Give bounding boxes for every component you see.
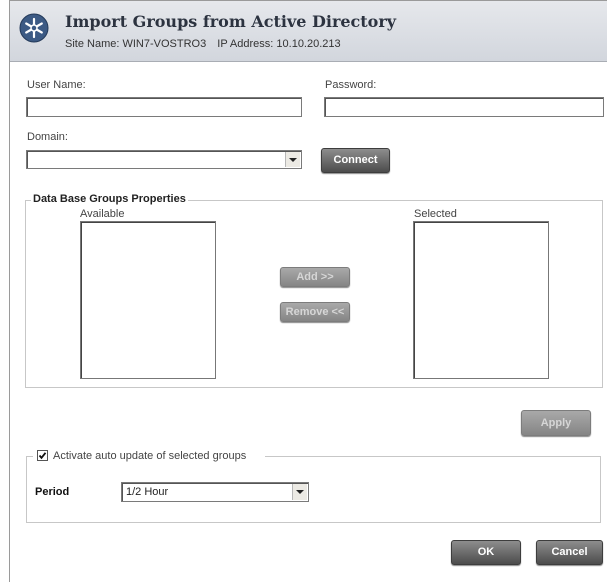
ip-address-label: IP Address:: [217, 38, 274, 50]
username-label: User Name:: [27, 79, 86, 91]
selected-groups-list[interactable]: [413, 221, 549, 379]
site-info: Site Name: WIN7-VOSTRO3 IP Address: 10.1…: [65, 38, 341, 50]
cancel-button[interactable]: Cancel: [536, 540, 603, 565]
period-dropdown[interactable]: 1/2 Hour: [121, 482, 309, 502]
import-groups-dialog: Import Groups from Active Directory Site…: [9, 0, 607, 582]
groups-legend: Data Base Groups Properties: [31, 193, 188, 205]
auto-update-group: [26, 456, 601, 523]
available-label: Available: [80, 208, 125, 220]
auto-update-label: Activate auto update of selected groups: [53, 450, 247, 462]
available-groups-list[interactable]: [80, 221, 216, 379]
domain-dropdown[interactable]: [26, 150, 302, 169]
password-field[interactable]: [324, 97, 604, 117]
snowflake-logo-icon: [19, 13, 49, 43]
check-icon: [38, 452, 47, 460]
dialog-title: Import Groups from Active Directory: [65, 12, 397, 31]
chevron-down-icon[interactable]: [292, 484, 307, 500]
username-field[interactable]: [26, 97, 302, 117]
remove-button[interactable]: Remove <<: [280, 302, 350, 322]
dialog-header: Import Groups from Active Directory Site…: [10, 1, 607, 62]
ip-address-value: 10.10.20.213: [276, 38, 341, 50]
password-label: Password:: [325, 79, 377, 91]
ok-button[interactable]: OK: [451, 540, 521, 565]
add-button[interactable]: Add >>: [280, 267, 350, 287]
auto-update-checkbox[interactable]: [37, 450, 48, 461]
chevron-down-icon[interactable]: [285, 152, 300, 167]
domain-label: Domain:: [27, 131, 68, 143]
connect-button[interactable]: Connect: [321, 148, 390, 173]
period-value: 1/2 Hour: [126, 486, 169, 498]
period-label: Period: [35, 486, 70, 498]
selected-label: Selected: [414, 208, 457, 220]
apply-button[interactable]: Apply: [521, 410, 591, 436]
auto-update-legend: Activate auto update of selected groups: [33, 447, 265, 465]
site-name-label: Site Name:: [65, 38, 120, 50]
site-name-value: WIN7-VOSTRO3: [122, 38, 207, 50]
